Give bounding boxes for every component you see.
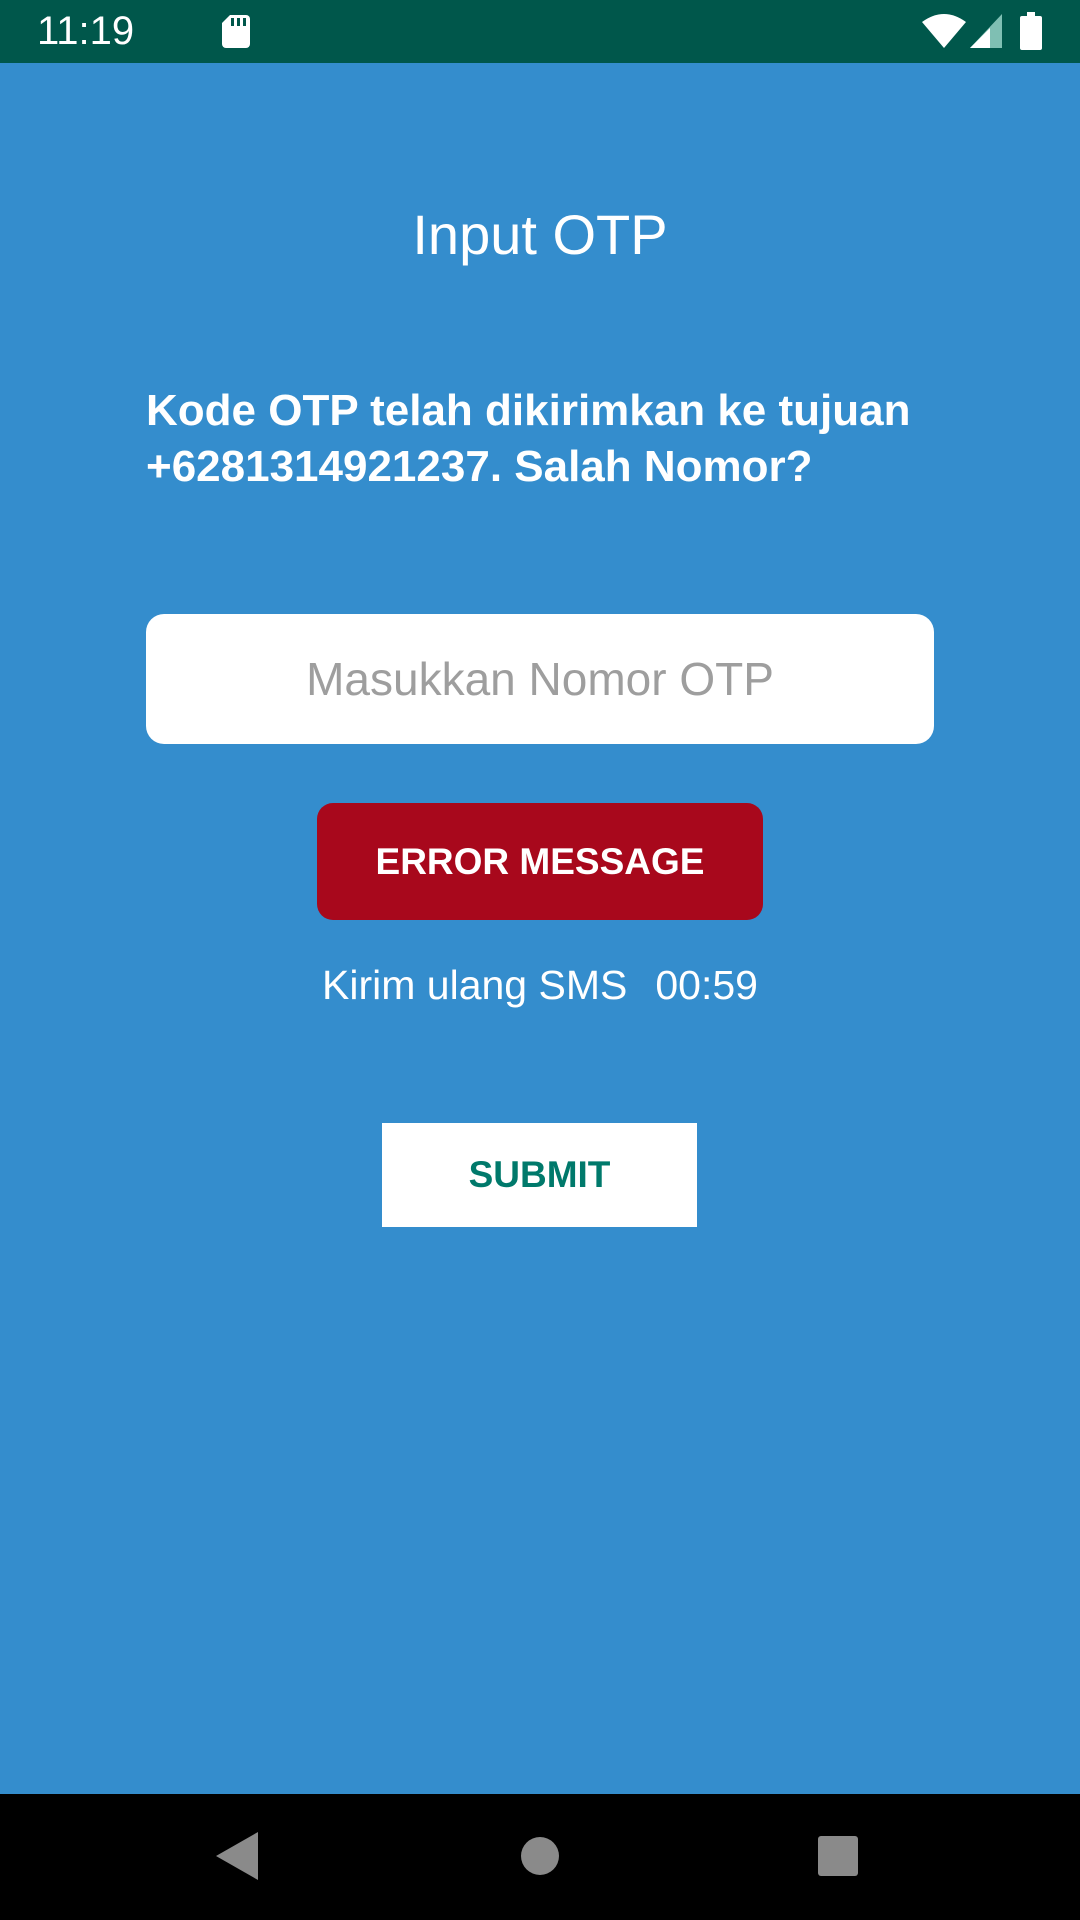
back-icon[interactable] <box>216 1832 258 1880</box>
sd-card-icon <box>222 15 250 48</box>
error-message: ERROR MESSAGE <box>317 803 763 920</box>
status-time: 11:19 <box>37 9 135 53</box>
wifi-icon <box>922 14 966 48</box>
home-icon[interactable] <box>520 1836 560 1876</box>
page-title: Input OTP <box>412 203 668 266</box>
signal-icon <box>970 14 1002 48</box>
status-bar: 11:19 <box>0 0 1080 63</box>
otp-screen: 11:19 Input OTP Kode OTP telah dikirimka… <box>0 0 1080 1920</box>
recents-icon[interactable] <box>818 1836 858 1876</box>
resend-timer: 00:59 <box>655 962 758 1008</box>
resend-sms-link[interactable]: Kirim ulang SMS <box>322 962 627 1008</box>
otp-input[interactable] <box>146 614 934 744</box>
battery-icon <box>1020 12 1042 50</box>
otp-info-text: Kode OTP telah dikirimkan ke tujuan +628… <box>146 386 911 491</box>
resend-row: Kirim ulang SMS 00:59 <box>0 957 1080 1013</box>
submit-button[interactable]: SUBMIT <box>382 1123 697 1227</box>
navigation-bar <box>0 1794 1080 1920</box>
